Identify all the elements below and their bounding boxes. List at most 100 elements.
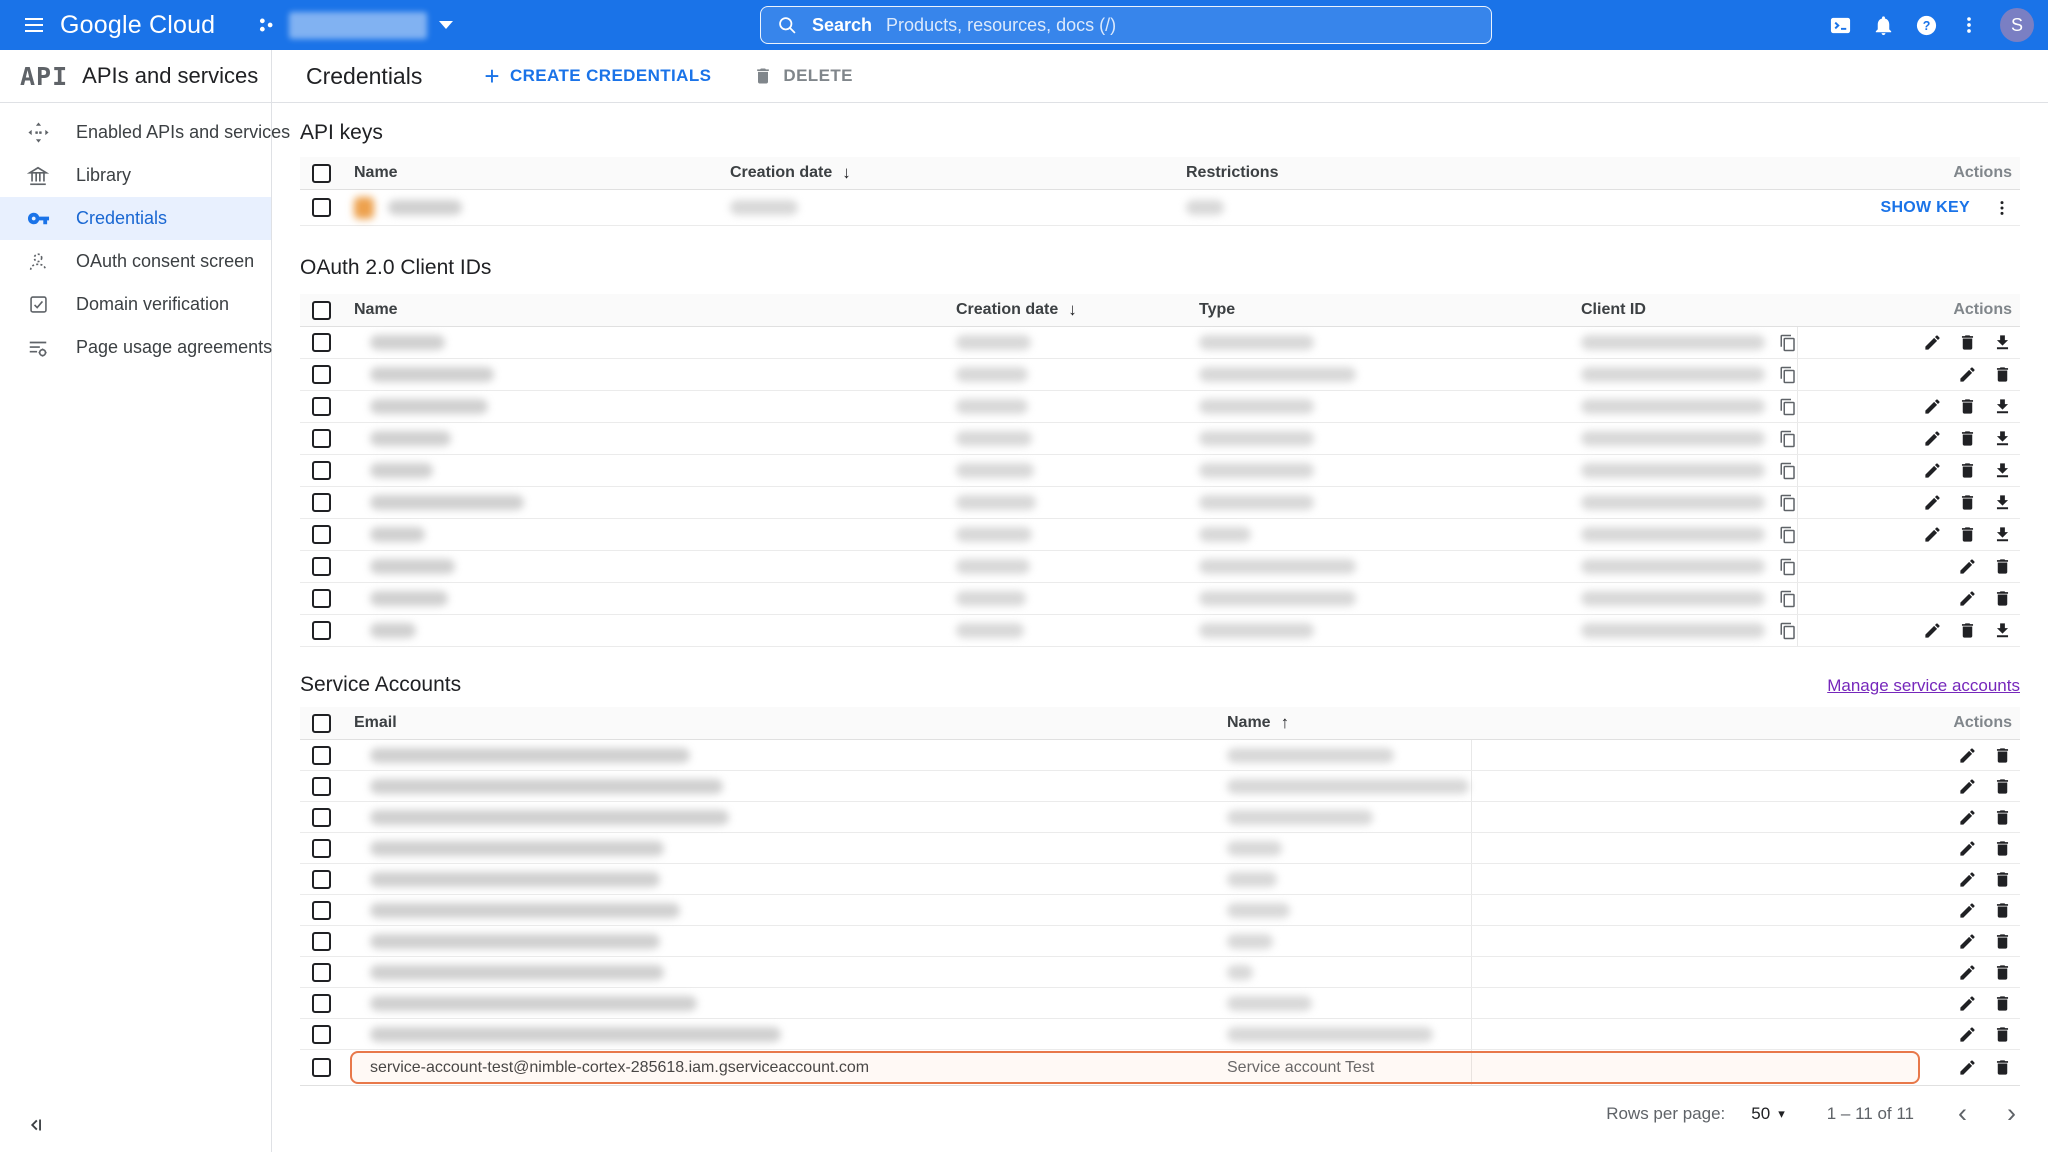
edit-icon[interactable] <box>1923 525 1942 544</box>
more-vert-icon[interactable] <box>1949 5 1989 45</box>
row-checkbox[interactable] <box>312 365 331 384</box>
row-checkbox[interactable] <box>312 198 331 217</box>
rows-per-page-select[interactable]: 50 ▾ <box>1751 1104 1784 1124</box>
copy-icon[interactable] <box>1779 430 1797 448</box>
edit-icon[interactable] <box>1923 397 1942 416</box>
row-checkbox[interactable] <box>312 839 331 858</box>
trash-icon[interactable] <box>1993 1058 2012 1077</box>
download-icon[interactable] <box>1993 621 2012 640</box>
edit-icon[interactable] <box>1958 365 1977 384</box>
edit-icon[interactable] <box>1923 429 1942 448</box>
trash-icon[interactable] <box>1993 589 2012 608</box>
sidebar-item-oauth-consent-screen[interactable]: OAuth consent screen <box>0 240 271 283</box>
trash-icon[interactable] <box>1993 963 2012 982</box>
previous-page-icon[interactable]: ‹ <box>1958 1100 1967 1127</box>
row-checkbox[interactable] <box>312 589 331 608</box>
edit-icon[interactable] <box>1958 808 1977 827</box>
row-checkbox[interactable] <box>312 1025 331 1044</box>
download-icon[interactable] <box>1993 397 2012 416</box>
copy-icon[interactable] <box>1779 398 1797 416</box>
edit-icon[interactable] <box>1958 963 1977 982</box>
select-all-checkbox[interactable] <box>312 301 331 320</box>
edit-icon[interactable] <box>1958 870 1977 889</box>
trash-icon[interactable] <box>1993 994 2012 1013</box>
manage-service-accounts-link[interactable]: Manage service accounts <box>1827 676 2020 696</box>
trash-icon[interactable] <box>1993 839 2012 858</box>
trash-icon[interactable] <box>1958 333 1977 352</box>
edit-icon[interactable] <box>1958 901 1977 920</box>
search-input[interactable]: Search Products, resources, docs (/) <box>760 6 1492 44</box>
edit-icon[interactable] <box>1958 994 1977 1013</box>
trash-icon[interactable] <box>1993 365 2012 384</box>
edit-icon[interactable] <box>1958 746 1977 765</box>
avatar[interactable]: S <box>2000 8 2034 42</box>
google-cloud-logo[interactable]: Google Cloud <box>60 11 215 40</box>
copy-icon[interactable] <box>1779 462 1797 480</box>
row-checkbox[interactable] <box>312 963 331 982</box>
row-checkbox[interactable] <box>312 870 331 889</box>
trash-icon[interactable] <box>1958 461 1977 480</box>
row-checkbox[interactable] <box>312 901 331 920</box>
copy-icon[interactable] <box>1779 526 1797 544</box>
trash-icon[interactable] <box>1958 493 1977 512</box>
notifications-bell-icon[interactable] <box>1863 5 1903 45</box>
row-checkbox[interactable] <box>312 808 331 827</box>
trash-icon[interactable] <box>1958 525 1977 544</box>
row-checkbox[interactable] <box>312 746 331 765</box>
row-checkbox[interactable] <box>312 333 331 352</box>
row-checkbox[interactable] <box>312 557 331 576</box>
create-credentials-button[interactable]: + CREATE CREDENTIALS <box>484 63 711 89</box>
row-more-vert-icon[interactable] <box>1992 198 2012 218</box>
copy-icon[interactable] <box>1779 622 1797 640</box>
service-account-row-highlighted[interactable]: service-account-test@nimble-cortex-28561… <box>300 1050 2020 1086</box>
select-all-checkbox[interactable] <box>312 164 331 183</box>
edit-icon[interactable] <box>1958 839 1977 858</box>
hamburger-menu-icon[interactable] <box>14 5 54 45</box>
download-icon[interactable] <box>1993 525 2012 544</box>
edit-icon[interactable] <box>1923 621 1942 640</box>
trash-icon[interactable] <box>1958 429 1977 448</box>
copy-icon[interactable] <box>1779 494 1797 512</box>
show-key-button[interactable]: SHOW KEY <box>1880 199 1970 217</box>
project-selector[interactable] <box>255 12 453 39</box>
row-checkbox[interactable] <box>312 429 331 448</box>
download-icon[interactable] <box>1993 429 2012 448</box>
trash-icon[interactable] <box>1958 397 1977 416</box>
help-icon[interactable]: ? <box>1906 5 1946 45</box>
trash-icon[interactable] <box>1993 932 2012 951</box>
row-checkbox[interactable] <box>312 493 331 512</box>
next-page-icon[interactable]: › <box>2007 1100 2016 1127</box>
trash-icon[interactable] <box>1958 621 1977 640</box>
row-checkbox[interactable] <box>312 397 331 416</box>
sidebar-item-page-usage-agreements[interactable]: Page usage agreements <box>0 326 271 369</box>
download-icon[interactable] <box>1993 461 2012 480</box>
edit-icon[interactable] <box>1923 333 1942 352</box>
sidebar-item-library[interactable]: Library <box>0 154 271 197</box>
edit-icon[interactable] <box>1923 461 1942 480</box>
trash-icon[interactable] <box>1993 746 2012 765</box>
column-header-creation-date[interactable]: Creation date↓ <box>730 163 1186 183</box>
collapse-sidebar-icon[interactable] <box>24 1114 46 1136</box>
sidebar-item-domain-verification[interactable]: Domain verification <box>0 283 271 326</box>
trash-icon[interactable] <box>1993 901 2012 920</box>
sidebar-item-credentials[interactable]: Credentials <box>0 197 271 240</box>
row-checkbox[interactable] <box>312 1058 331 1077</box>
row-checkbox[interactable] <box>312 621 331 640</box>
row-checkbox[interactable] <box>312 994 331 1013</box>
delete-button[interactable]: DELETE <box>753 66 852 86</box>
row-checkbox[interactable] <box>312 777 331 796</box>
sidebar-item-enabled-apis-and-services[interactable]: Enabled APIs and services <box>0 111 271 154</box>
copy-icon[interactable] <box>1779 366 1797 384</box>
row-checkbox[interactable] <box>312 932 331 951</box>
edit-icon[interactable] <box>1958 557 1977 576</box>
edit-icon[interactable] <box>1958 777 1977 796</box>
edit-icon[interactable] <box>1958 932 1977 951</box>
row-checkbox[interactable] <box>312 461 331 480</box>
edit-icon[interactable] <box>1958 1058 1977 1077</box>
download-icon[interactable] <box>1993 493 2012 512</box>
trash-icon[interactable] <box>1993 1025 2012 1044</box>
trash-icon[interactable] <box>1993 808 2012 827</box>
edit-icon[interactable] <box>1958 1025 1977 1044</box>
row-checkbox[interactable] <box>312 525 331 544</box>
trash-icon[interactable] <box>1993 557 2012 576</box>
